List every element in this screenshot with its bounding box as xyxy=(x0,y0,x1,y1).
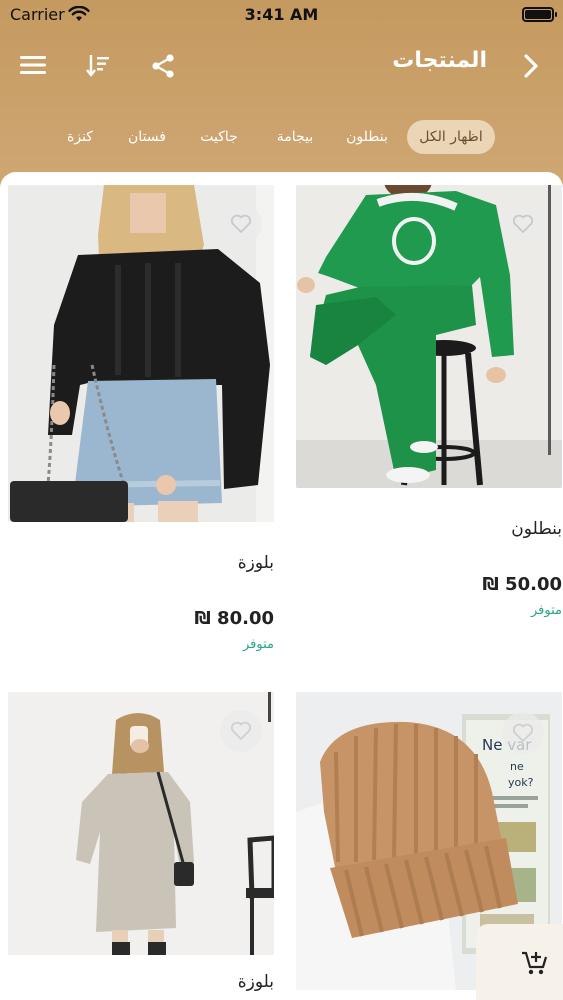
add-to-cart-icon xyxy=(521,950,549,980)
add-to-cart-button[interactable] xyxy=(476,924,563,1000)
favorite-button[interactable] xyxy=(502,712,544,754)
product-card[interactable]: بنطلون ₪ 50.00 متوفر xyxy=(296,185,562,635)
category-filter: اظهار الكل بنطلون بيجامة جاكيت فستان كنز… xyxy=(0,120,563,156)
product-price: ₪ 80.00 xyxy=(194,608,274,629)
battery-icon xyxy=(522,7,557,22)
product-card[interactable]: بلوزة xyxy=(8,692,274,1000)
stock-status: متوفر xyxy=(243,637,274,652)
product-grid: بنطلون ₪ 50.00 متوفر بلوزة ₪ 80.00 متوفر… xyxy=(0,172,563,1000)
category-chip-pajama[interactable]: بيجامة xyxy=(266,120,324,154)
chevron-right-icon[interactable] xyxy=(518,52,544,80)
menu-icon[interactable] xyxy=(20,54,46,76)
category-chip-dress[interactable]: فستان xyxy=(118,120,176,154)
stock-status: متوفر xyxy=(531,603,562,618)
favorite-button[interactable] xyxy=(220,203,262,245)
category-chip-jacket[interactable]: جاكيت xyxy=(190,120,248,154)
product-name: بلوزة xyxy=(237,553,274,573)
page-title: المنتجات xyxy=(392,48,487,73)
svg-text:yok?: yok? xyxy=(508,776,534,789)
sort-icon[interactable] xyxy=(86,52,110,78)
product-price: ₪ 50.00 xyxy=(482,574,562,595)
category-chip-all[interactable]: اظهار الكل xyxy=(407,120,495,154)
svg-text:ne: ne xyxy=(510,760,524,773)
category-chip-sweater[interactable]: كنزة xyxy=(56,120,104,154)
favorite-button[interactable] xyxy=(502,203,544,245)
share-icon[interactable] xyxy=(151,53,175,79)
clock: 3:41 AM xyxy=(244,5,319,24)
product-name: بنطلون xyxy=(511,519,562,539)
favorite-button[interactable] xyxy=(220,710,262,752)
product-name: بلوزة xyxy=(237,972,274,992)
product-card[interactable]: بلوزة ₪ 80.00 متوفر xyxy=(8,185,274,665)
category-chip-pants[interactable]: بنطلون xyxy=(338,120,396,154)
status-bar: Carrier 3:41 AM xyxy=(0,0,563,32)
